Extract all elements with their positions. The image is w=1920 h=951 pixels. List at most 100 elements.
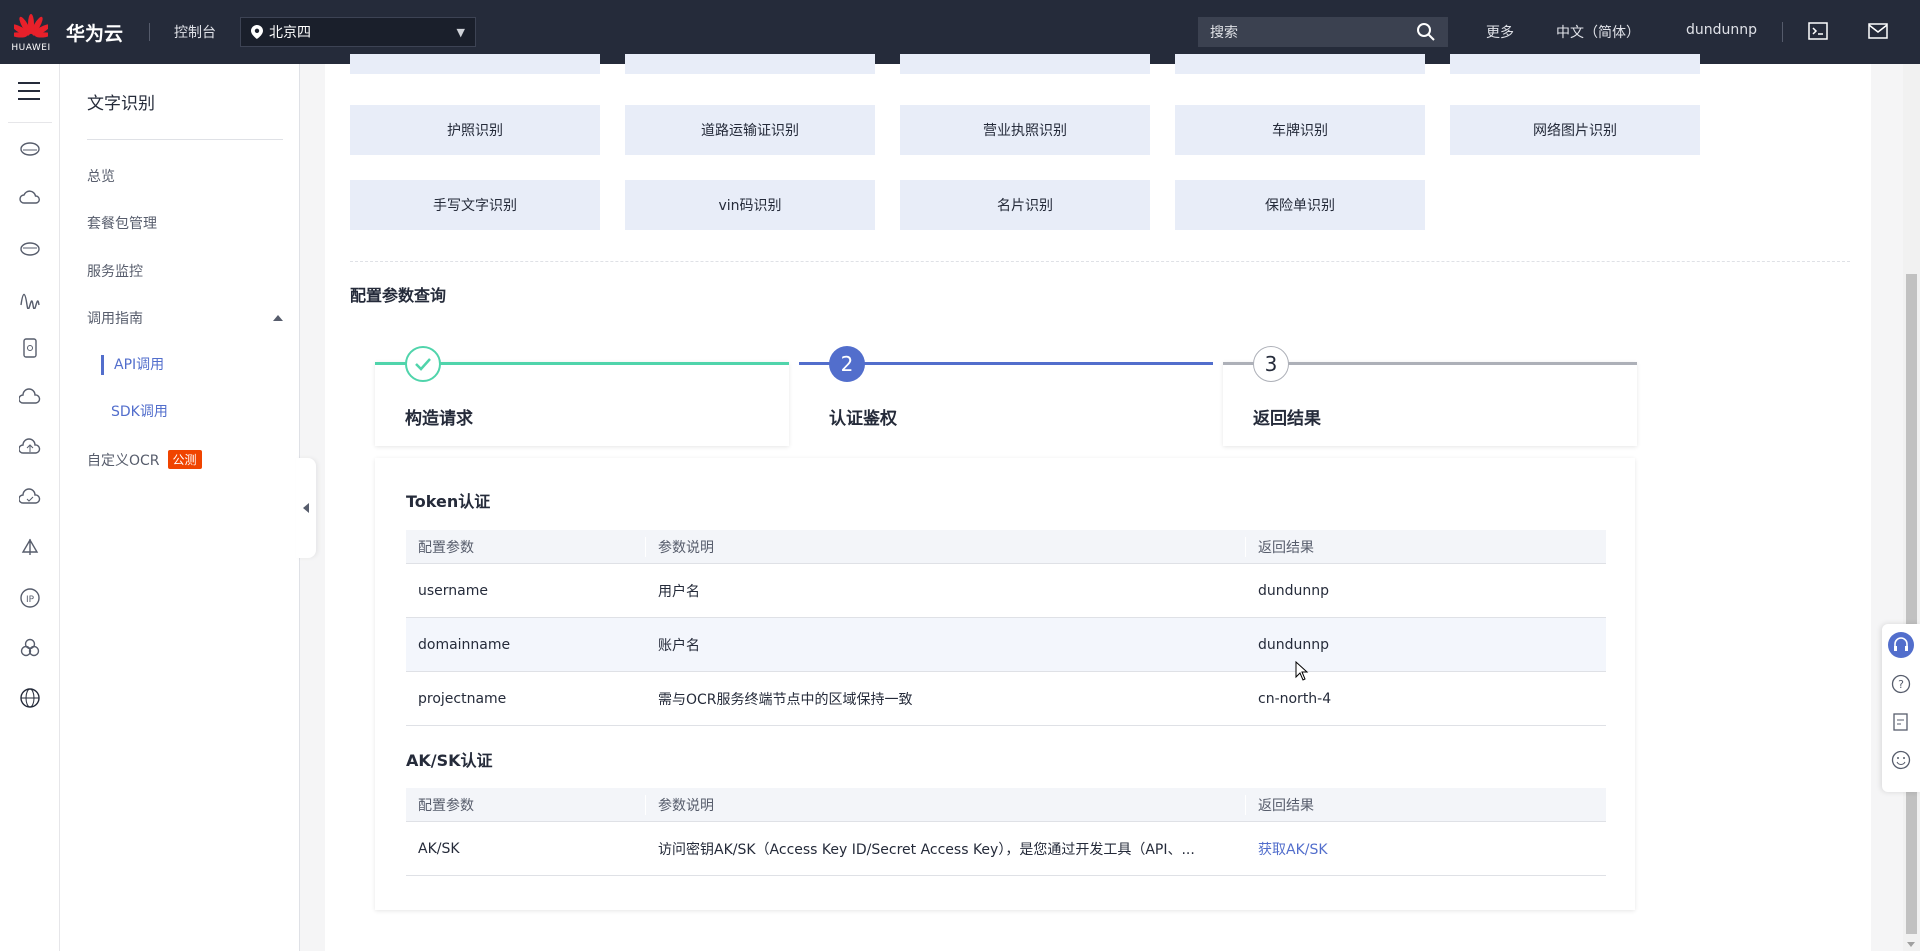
ip-icon[interactable]: IP [19, 587, 41, 609]
nav-divider [149, 23, 151, 41]
sidebar-item-api[interactable]: API调用 [101, 355, 164, 375]
cloud-shell-icon[interactable] [1808, 22, 1828, 40]
region-selector[interactable]: 北京四 ▼ [240, 17, 477, 47]
storage-icon[interactable] [19, 237, 41, 259]
service-button-passport[interactable]: 护照识别 [350, 105, 600, 155]
more-menu[interactable]: 更多 [1486, 22, 1514, 42]
scrollbar-thumb[interactable] [1906, 274, 1917, 934]
step-build-request[interactable]: 构造请求 [375, 346, 789, 446]
user-menu[interactable]: dundunnp [1686, 22, 1757, 38]
main-content: 护照识别 道路运输证识别 营业执照识别 车牌识别 网络图片识别 手写文字识别 v… [325, 54, 1871, 951]
search-icon[interactable] [1416, 22, 1436, 42]
language-selector[interactable]: 中文（简体） [1556, 22, 1640, 42]
cloud-server-icon[interactable] [19, 137, 41, 159]
globe-icon[interactable] [19, 687, 41, 709]
step-number: 2 [829, 346, 865, 382]
service-button-cut-1[interactable] [350, 54, 600, 74]
sidebar-item-packages[interactable]: 套餐包管理 [87, 213, 157, 233]
customer-service-icon[interactable] [1888, 632, 1914, 658]
sail-icon[interactable] [19, 537, 41, 559]
cluster-icon[interactable] [19, 637, 41, 659]
table-header: 配置参数 参数说明 返回结果 [406, 788, 1606, 822]
cloud-check-icon[interactable] [19, 487, 41, 509]
caret-down-icon: ▼ [456, 25, 466, 39]
table-header: 配置参数 参数说明 返回结果 [406, 530, 1606, 564]
check-icon [405, 346, 441, 382]
header-param: 配置参数 [406, 536, 646, 557]
header-param: 配置参数 [406, 794, 646, 815]
caret-left-icon [303, 503, 309, 513]
brand-name[interactable]: 华为云 [66, 19, 123, 46]
sidebar-item-custom-ocr[interactable]: 自定义OCR 公测 [87, 450, 202, 470]
table-row: AK/SK 访问密钥AK/SK（Access Key ID/Secret Acc… [406, 822, 1606, 876]
header-result: 返回结果 [1258, 797, 1314, 814]
service-button-vin[interactable]: vin码识别 [625, 180, 875, 230]
step-authentication[interactable]: 2 认证鉴权 [799, 346, 1213, 458]
region-label: 北京四 [269, 25, 312, 41]
service-button-business-license[interactable]: 营业执照识别 [900, 105, 1150, 155]
table-row: username 用户名 dundunnp [406, 564, 1606, 618]
mail-icon[interactable] [1868, 22, 1888, 40]
vertical-scrollbar[interactable] [1903, 64, 1920, 951]
location-pin-icon [251, 25, 264, 39]
cloud-upload-icon[interactable] [19, 437, 41, 459]
header-result: 返回结果 [1258, 539, 1314, 556]
svg-text:?: ? [1898, 678, 1904, 691]
service-button-cut-2[interactable] [625, 54, 875, 74]
sidebar-group-guide[interactable]: 调用指南 [87, 308, 283, 328]
sidebar-collapse-toggle[interactable] [296, 458, 316, 558]
get-aksk-link[interactable]: 获取AK/SK [1246, 839, 1606, 859]
huawei-petal-icon [14, 13, 48, 38]
service-button-handwriting[interactable]: 手写文字识别 [350, 180, 600, 230]
sidebar-item-sdk[interactable]: SDK调用 [101, 402, 168, 422]
service-button-business-card[interactable]: 名片识别 [900, 180, 1150, 230]
analytics-icon[interactable] [19, 287, 41, 309]
help-icon[interactable]: ? [1891, 674, 1911, 694]
nav-divider-right [1782, 22, 1783, 42]
search-placeholder: 搜索 [1210, 25, 1238, 41]
cell-param: username [418, 582, 488, 599]
custom-ocr-label: 自定义OCR [87, 453, 160, 469]
search-input[interactable]: 搜索 [1198, 17, 1448, 47]
service-button-cut-3[interactable] [900, 54, 1150, 74]
service-button-cut-5[interactable] [1450, 54, 1700, 74]
table-row: projectname 需与OCR服务终端节点中的区域保持一致 cn-north… [406, 672, 1606, 726]
header-desc: 参数说明 [646, 794, 1246, 815]
step-label: 构造请求 [405, 409, 473, 429]
cell-desc: 用户名 [658, 583, 700, 600]
cell-param: AK/SK [418, 840, 460, 857]
cell-result: dundunnp [1258, 636, 1330, 653]
auth-panel: Token认证 配置参数 参数说明 返回结果 username 用户名 dund… [375, 458, 1635, 910]
sidebar-group-label: 调用指南 [87, 311, 143, 327]
service-sidebar: 文字识别 总览 套餐包管理 服务监控 调用指南 API调用 SDK调用 自定义O… [60, 64, 300, 951]
sidebar-item-monitor[interactable]: 服务监控 [87, 261, 143, 281]
cell-desc: 需与OCR服务终端节点中的区域保持一致 [658, 691, 913, 708]
sidebar-title: 文字识别 [87, 94, 155, 114]
service-button-web-image[interactable]: 网络图片识别 [1450, 105, 1700, 155]
feedback-edit-icon[interactable] [1891, 712, 1911, 732]
device-icon[interactable] [19, 337, 41, 359]
sidebar-item-overview[interactable]: 总览 [87, 166, 115, 186]
beta-badge: 公测 [167, 450, 202, 469]
service-button-cut-4[interactable] [1175, 54, 1425, 74]
sidebar-divider [87, 139, 283, 140]
service-button-road-transport[interactable]: 道路运输证识别 [625, 105, 875, 155]
console-link[interactable]: 控制台 [174, 22, 216, 42]
aksk-auth-title: AK/SK认证 [406, 751, 493, 770]
scroll-down-arrow[interactable] [1907, 942, 1915, 947]
smiley-icon[interactable] [1891, 750, 1911, 770]
logo-text: HUAWEI [11, 42, 51, 53]
cell-desc: 访问密钥AK/SK（Access Key ID/Secret Access Ke… [658, 841, 1195, 858]
header-desc: 参数说明 [646, 536, 1246, 557]
huawei-logo[interactable]: HUAWEI [0, 0, 62, 64]
service-button-insurance[interactable]: 保险单识别 [1175, 180, 1425, 230]
mouse-cursor-icon [1295, 661, 1309, 681]
cell-result: cn-north-4 [1258, 690, 1332, 707]
hamburger-menu-icon[interactable] [18, 82, 40, 102]
step-return-result[interactable]: 3 返回结果 [1223, 346, 1637, 446]
cloud-icon[interactable] [19, 187, 41, 209]
cloud-network-icon[interactable] [19, 387, 41, 409]
step-number: 3 [1253, 346, 1289, 382]
table-row: domainname 账户名 dundunnp [406, 618, 1606, 672]
service-button-license-plate[interactable]: 车牌识别 [1175, 105, 1425, 155]
